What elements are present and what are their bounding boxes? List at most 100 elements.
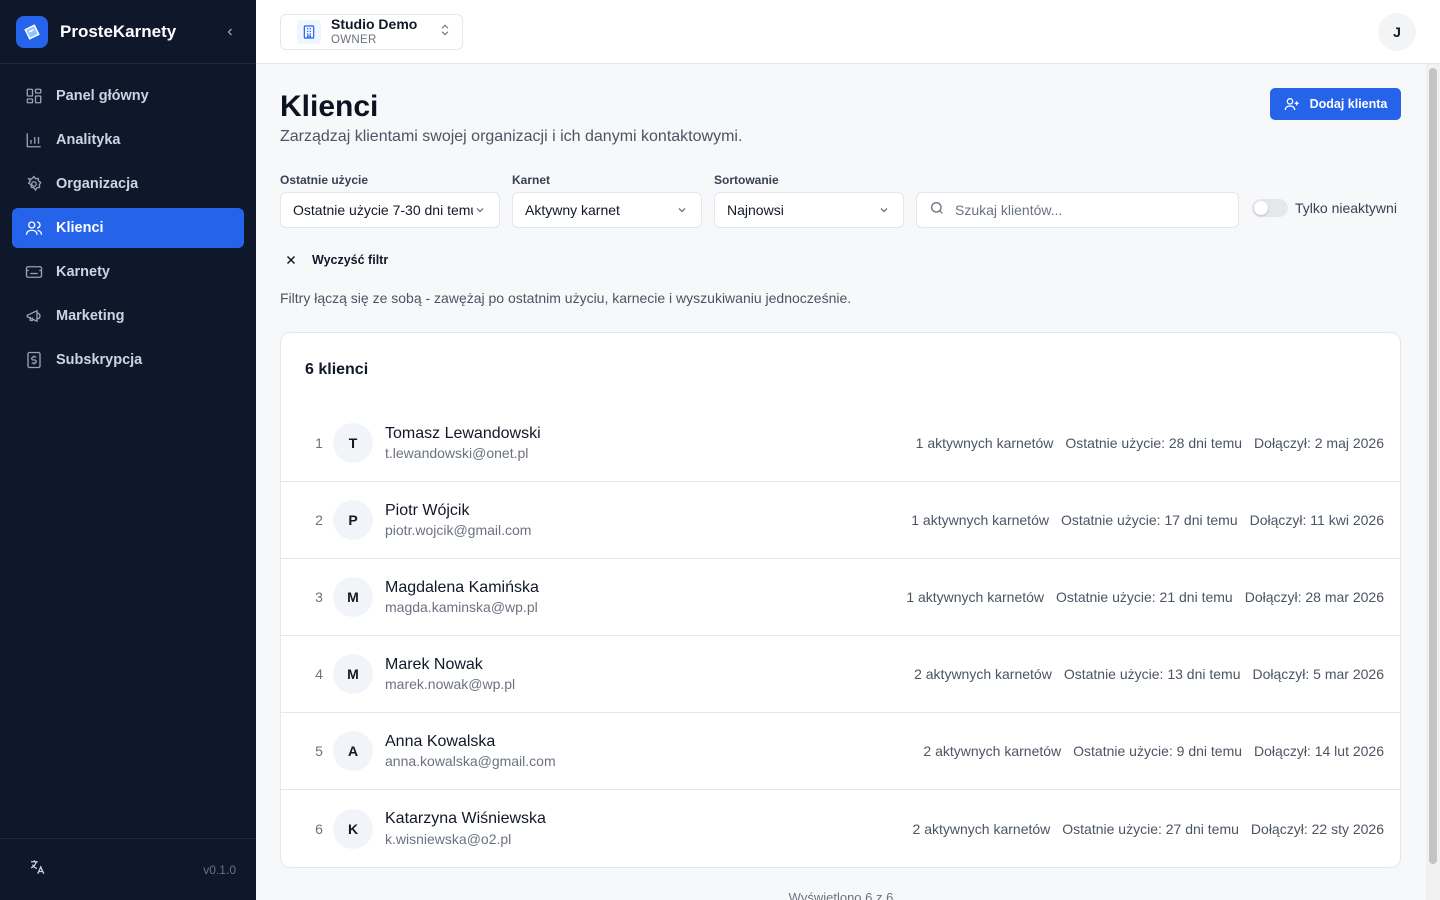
client-last-use: Ostatnie użycie: 17 dni temu: [1060, 512, 1238, 528]
sidebar-item-clients[interactable]: Klienci: [12, 208, 244, 248]
sidebar-item-label: Analityka: [56, 132, 121, 148]
client-last-use: Ostatnie użycie: 27 dni temu: [1062, 820, 1239, 837]
client-active-passes: 2 aktywnych karnetów: [914, 666, 1052, 682]
sidebar-item-label: Marketing: [56, 308, 125, 324]
user-plus-icon: [1284, 96, 1300, 112]
chevron-down-icon: [877, 204, 891, 216]
client-active-passes: 2 aktywnych karnetów: [912, 820, 1051, 837]
client-last-use: Ostatnie użycie: 28 dni temu: [1065, 435, 1243, 451]
client-avatar: M: [333, 654, 373, 694]
client-avatar: M: [333, 577, 373, 617]
client-active-passes: 2 aktywnych karnetów: [923, 743, 1062, 759]
sidebar-item-label: Organizacja: [56, 176, 139, 192]
organization-role: OWNER: [331, 34, 377, 47]
sort-filter-label: Sortowanie: [714, 173, 779, 187]
sidebar-item-dashboard[interactable]: Panel główny: [12, 76, 244, 116]
app-name: ProsteKarnety: [60, 21, 177, 41]
megaphone-icon: [24, 306, 44, 326]
users-icon: [24, 218, 44, 238]
client-active-passes: 1 aktywnych karnetów: [906, 589, 1045, 605]
main-content: Klienci Zarządzaj klientami swojej organ…: [256, 64, 1426, 900]
client-joined: Dołączył: 2 maj 2026: [1254, 435, 1384, 451]
client-row[interactable]: 1 T Tomasz Lewandowski t.lewandowski@one…: [281, 405, 1400, 482]
client-active-passes: 1 aktywnych karnetów: [911, 512, 1049, 528]
inactive-only-label: Tylko nieaktywni: [1295, 200, 1397, 216]
row-index: 3: [315, 589, 323, 605]
client-name: Anna Kowalska: [385, 732, 496, 750]
client-joined: Dołączył: 5 mar 2026: [1252, 666, 1384, 682]
sidebar-item-marketing[interactable]: Marketing: [12, 296, 244, 336]
client-joined: Dołączył: 22 sty 2026: [1250, 820, 1384, 837]
sort-select[interactable]: Najnowsi: [714, 192, 904, 228]
client-email: t.lewandowski@onet.pl: [385, 445, 529, 462]
sidebar: ProsteKarnety Panel główny Analityka Org…: [0, 0, 256, 900]
clients-card: 6 klienci 1 T Tomasz Lewandowski t.lewan…: [280, 332, 1401, 868]
chevron-down-icon: [473, 204, 487, 216]
client-row[interactable]: 5 A Anna Kowalska anna.kowalska@gmail.co…: [281, 713, 1400, 790]
sidebar-item-subscription[interactable]: Subskrypcja: [12, 340, 244, 380]
add-client-label: Dodaj klienta: [1309, 97, 1388, 111]
sidebar-item-label: Karnety: [56, 264, 110, 280]
scrollbar-thumb[interactable]: [1429, 68, 1437, 864]
sidebar-nav: Panel główny Analityka Organizacja Klien…: [0, 64, 256, 396]
client-avatar: P: [333, 500, 373, 540]
chevron-down-icon: [675, 204, 689, 216]
client-name: Magdalena Kamińska: [385, 578, 539, 596]
page-scrollbar[interactable]: [1426, 64, 1440, 900]
client-row[interactable]: 3 M Magdalena Kamińska magda.kaminska@wp…: [281, 559, 1400, 636]
sidebar-item-label: Klienci: [56, 220, 104, 236]
organization-name: Studio Demo: [331, 15, 418, 32]
client-name: Katarzyna Wiśniewska: [385, 810, 546, 828]
last-use-filter-label: Ostatnie użycie: [280, 173, 369, 187]
sidebar-item-organization[interactable]: Organizacja: [12, 164, 244, 204]
gear-icon: [24, 174, 44, 194]
row-index: 6: [315, 820, 323, 837]
topbar: Studio Demo OWNER J: [256, 0, 1440, 64]
sidebar-item-analytics[interactable]: Analityka: [12, 120, 244, 160]
user-avatar[interactable]: J: [1378, 13, 1416, 51]
filter-hint: Filtry łączą się ze sobą - zawężaj po os…: [280, 290, 852, 306]
last-use-select[interactable]: Ostatnie użycie 7-30 dni temu: [280, 192, 500, 228]
client-name: Piotr Wójcik: [385, 501, 470, 519]
client-row[interactable]: 4 M Marek Nowak marek.nowak@wp.pl 2 akty…: [281, 636, 1400, 713]
client-active-passes: 1 aktywnych karnetów: [915, 435, 1054, 451]
client-joined: Dołączył: 11 kwi 2026: [1249, 512, 1384, 528]
client-avatar: T: [333, 423, 373, 463]
client-row[interactable]: 6 K Katarzyna Wiśniewska k.wisniewska@o2…: [281, 790, 1400, 867]
grid-icon: [24, 86, 44, 106]
dollar-icon: [24, 350, 44, 370]
search-icon: [929, 200, 945, 221]
sidebar-item-passes[interactable]: Karnety: [12, 252, 244, 292]
client-avatar: K: [333, 808, 373, 849]
client-avatar: A: [333, 731, 373, 771]
language-icon[interactable]: [28, 858, 46, 881]
page-subtitle: Zarządzaj klientami swojej organizacji i…: [280, 128, 743, 145]
clear-filter-label: Wyczyść filtr: [312, 253, 389, 267]
last-use-value: Ostatnie użycie 7-30 dni temu: [293, 202, 473, 218]
add-client-button[interactable]: Dodaj klienta: [1270, 88, 1401, 120]
clear-filter-button[interactable]: Wyczyść filtr: [284, 246, 388, 274]
bar-chart-icon: [24, 130, 44, 150]
inactive-only-toggle[interactable]: [1252, 199, 1288, 217]
client-email: magda.kaminska@wp.pl: [385, 599, 538, 616]
organization-switcher[interactable]: Studio Demo OWNER: [280, 14, 463, 50]
row-index: 4: [315, 666, 323, 682]
client-row[interactable]: 2 P Piotr Wójcik piotr.wojcik@gmail.com …: [281, 482, 1400, 559]
collapse-sidebar-button[interactable]: [220, 22, 240, 42]
client-email: k.wisniewska@o2.pl: [385, 830, 512, 847]
client-email: marek.nowak@wp.pl: [385, 676, 516, 693]
pass-filter-label: Karnet: [512, 173, 551, 187]
client-joined: Dołączył: 14 lut 2026: [1254, 743, 1384, 759]
client-email: piotr.wojcik@gmail.com: [385, 522, 532, 539]
client-name: Marek Nowak: [385, 655, 483, 673]
sidebar-item-label: Subskrypcja: [56, 352, 143, 368]
pass-select[interactable]: Aktywny karnet: [512, 192, 702, 228]
close-icon: [284, 253, 298, 267]
sidebar-item-label: Panel główny: [56, 88, 149, 104]
results-count: Wyświetlono 6 z 6: [788, 890, 894, 900]
pass-value: Aktywny karnet: [525, 202, 620, 218]
page-title: Klienci: [280, 90, 379, 123]
client-last-use: Ostatnie użycie: 21 dni temu: [1056, 589, 1233, 605]
row-index: 5: [315, 743, 323, 759]
search-input[interactable]: [955, 202, 1225, 218]
